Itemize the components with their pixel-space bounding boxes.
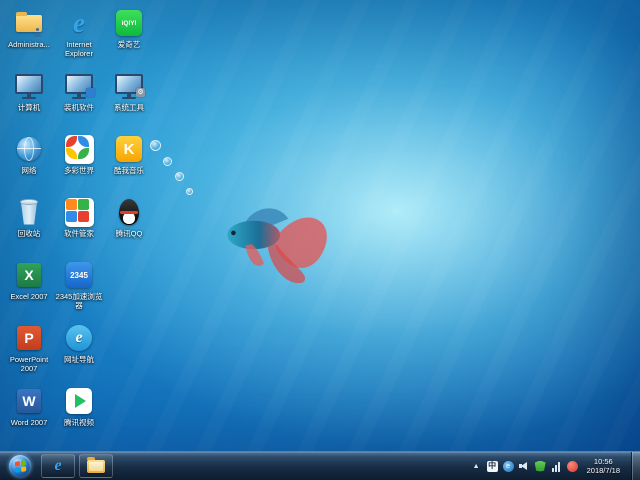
icon-label: Internet Explorer	[54, 40, 104, 58]
computer-icon	[14, 71, 44, 101]
icon-label: 腾讯QQ	[116, 229, 143, 238]
taskbar-clock[interactable]: 10:56 2018/7/18	[587, 457, 620, 476]
software-manager-icon	[64, 197, 94, 227]
taskbar: e ▲ 中 e 10:56 2018/7/18	[0, 451, 640, 480]
desktop-icon-tencent-video[interactable]: 腾讯视频	[54, 386, 104, 449]
icon-label: 2345加速浏览器	[54, 292, 104, 310]
internet-explorer-icon: e	[64, 8, 94, 38]
icon-label: 腾讯视频	[64, 418, 94, 427]
icon-label: 爱奇艺	[118, 40, 141, 49]
network-status-icon[interactable]	[551, 461, 562, 472]
iqiyi-icon: iQIYI	[114, 8, 144, 38]
desktop-icon-grid: Administra... e Internet Explorer iQIYI …	[4, 8, 154, 449]
desktop-icon-excel-2007[interactable]: X Excel 2007	[4, 260, 54, 323]
user-folder-icon	[14, 8, 44, 38]
icon-label: 多彩世界	[64, 166, 94, 175]
ime-language-icon[interactable]: 中	[487, 461, 498, 472]
windows7-desktop: Administra... e Internet Explorer iQIYI …	[0, 0, 640, 480]
taskbar-internet-explorer-button[interactable]: e	[41, 454, 75, 478]
icon-label: 酷我音乐	[114, 166, 144, 175]
show-desktop-button[interactable]	[631, 452, 640, 480]
bubble	[163, 157, 172, 166]
setup-software-icon	[64, 71, 94, 101]
desktop-icon-powerpoint-2007[interactable]: P PowerPoint 2007	[4, 323, 54, 386]
folder-icon	[87, 460, 105, 473]
qq-penguin-icon	[114, 197, 144, 227]
icon-label: 网络	[22, 166, 37, 175]
bubble	[175, 172, 184, 181]
icon-label: 回收站	[18, 229, 41, 238]
tencent-video-icon	[64, 386, 94, 416]
icon-label: 网址导航	[64, 355, 94, 364]
desktop-icon-word-2007[interactable]: W Word 2007	[4, 386, 54, 449]
icon-label: Excel 2007	[10, 292, 47, 301]
empty-grid-cell	[104, 323, 154, 386]
taskbar-explorer-button[interactable]	[79, 454, 113, 478]
desktop-icon-computer[interactable]: 计算机	[4, 71, 54, 134]
icon-label: 软件管家	[64, 229, 94, 238]
word-icon: W	[14, 386, 44, 416]
desktop-icon-recycle-bin[interactable]: 回收站	[4, 197, 54, 260]
system-tray: ▲ 中 e 10:56 2018/7/18	[471, 452, 640, 480]
desktop-icon-network[interactable]: 网络	[4, 134, 54, 197]
desktop-icon-administrator[interactable]: Administra...	[4, 8, 54, 71]
network-globe-icon	[14, 134, 44, 164]
start-button[interactable]	[9, 455, 31, 477]
empty-grid-cell	[104, 260, 154, 323]
show-hidden-icons-button[interactable]: ▲	[471, 461, 482, 472]
icon-label: 系统工具	[114, 103, 144, 112]
desktop-icon-2345-browser[interactable]: 2345 2345加速浏览器	[54, 260, 104, 323]
bubble	[186, 188, 193, 195]
icon-label: 计算机	[18, 103, 41, 112]
browser-tray-icon[interactable]: e	[503, 461, 514, 472]
clock-time: 10:56	[594, 457, 613, 466]
system-tools-icon: ⚙	[114, 71, 144, 101]
action-center-icon[interactable]	[567, 461, 578, 472]
desktop-icon-iqiyi[interactable]: iQIYI 爱奇艺	[104, 8, 154, 71]
excel-icon: X	[14, 260, 44, 290]
desktop-icon-colorful-world[interactable]: 多彩世界	[54, 134, 104, 197]
desktop-icon-kuwo-music[interactable]: K 酷我音乐	[104, 134, 154, 197]
icon-label: 装机软件	[64, 103, 94, 112]
icon-label: Word 2007	[11, 418, 48, 427]
site-navigation-icon: e	[64, 323, 94, 353]
empty-grid-cell	[104, 386, 154, 449]
2345-browser-icon: 2345	[64, 260, 94, 290]
desktop-icon-software-manager[interactable]: 软件管家	[54, 197, 104, 260]
volume-icon[interactable]	[519, 461, 530, 472]
desktop-icon-setup-software[interactable]: 装机软件	[54, 71, 104, 134]
desktop-icon-internet-explorer[interactable]: e Internet Explorer	[54, 8, 104, 71]
desktop-icon-system-tools[interactable]: ⚙ 系统工具	[104, 71, 154, 134]
internet-explorer-icon: e	[54, 458, 61, 474]
recycle-bin-icon	[14, 197, 44, 227]
windows-flag-icon	[14, 460, 25, 472]
desktop-icon-tencent-qq[interactable]: 腾讯QQ	[104, 197, 154, 260]
pinwheel-icon	[64, 134, 94, 164]
icon-label: Administra...	[8, 40, 50, 49]
powerpoint-icon: P	[14, 323, 44, 353]
security-shield-icon[interactable]	[535, 461, 546, 472]
clock-date: 2018/7/18	[587, 466, 620, 475]
icon-label: PowerPoint 2007	[4, 355, 54, 373]
betta-fish-image	[205, 188, 337, 290]
desktop-icon-site-navigation[interactable]: e 网址导航	[54, 323, 104, 386]
kuwo-music-icon: K	[114, 134, 144, 164]
